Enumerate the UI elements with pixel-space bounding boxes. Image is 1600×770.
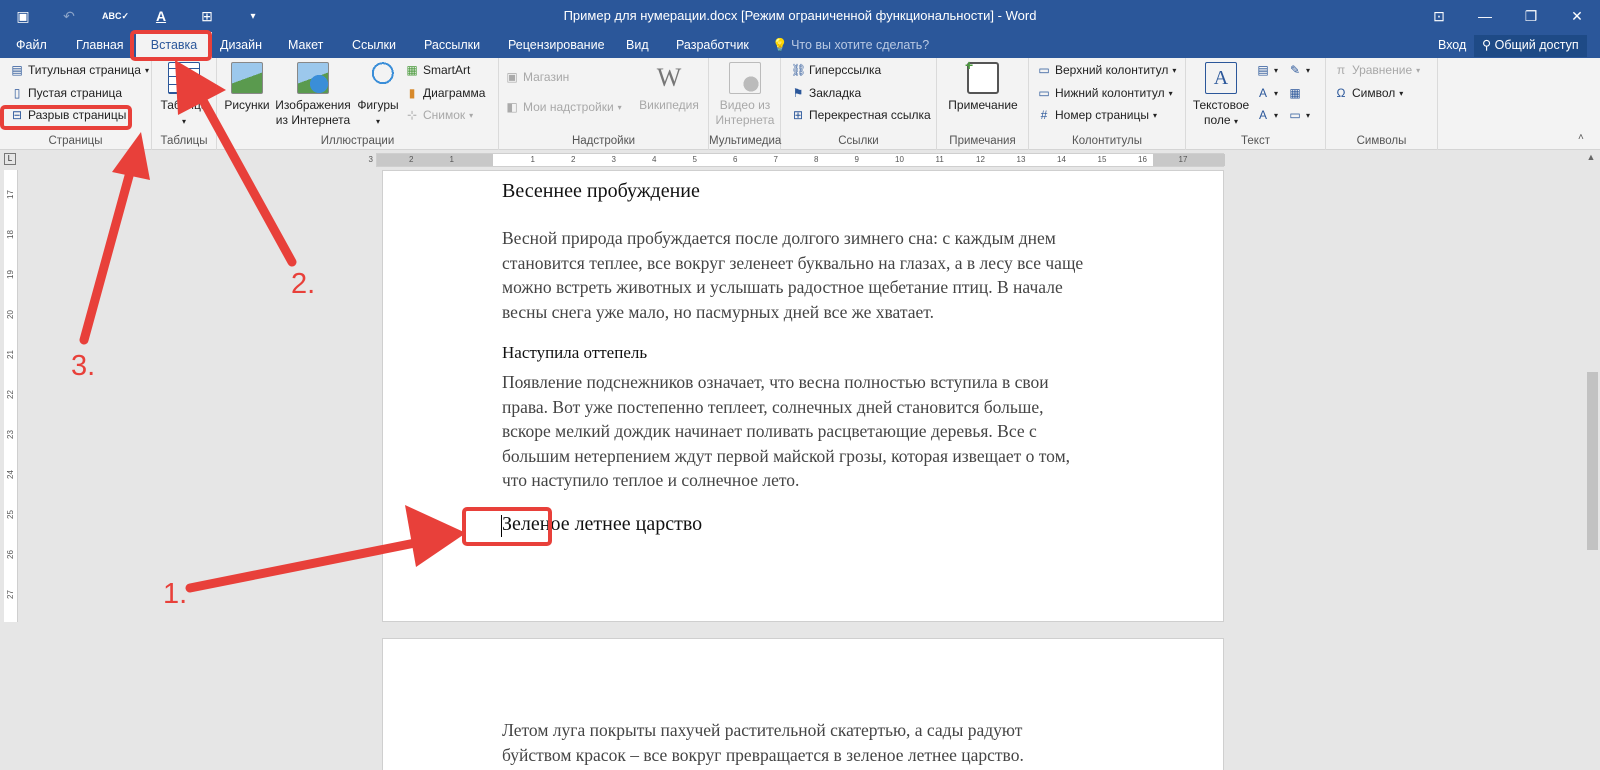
annotation-step-3: 3.: [71, 350, 96, 382]
annotation-step-1: 1.: [163, 578, 188, 610]
annotation-arrows: [79, 60, 466, 593]
arrow-3-head: [112, 132, 150, 180]
arrow-1-shaft: [185, 537, 425, 593]
arrow-2-shaft: [195, 90, 297, 267]
arrow-3-shaft: [79, 160, 137, 345]
annotation-step-2: 2.: [291, 268, 316, 300]
arrow-1-head: [405, 505, 466, 567]
